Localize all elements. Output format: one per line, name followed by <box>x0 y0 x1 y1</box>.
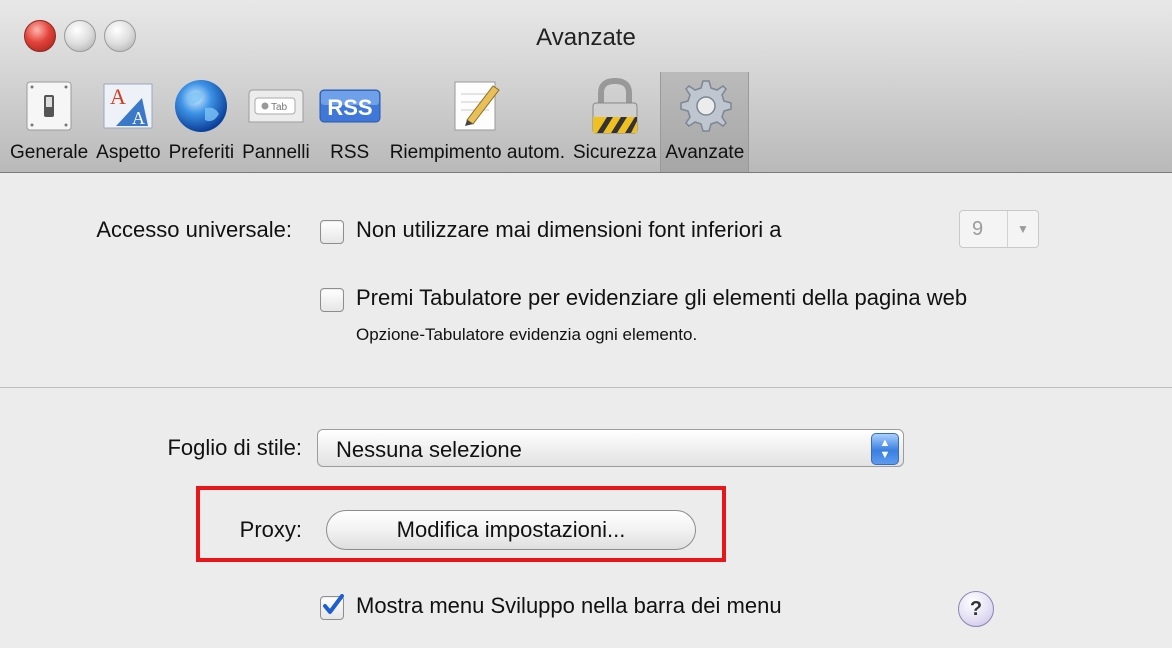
title-toolbar: Avanzate Generale A A Aspetto Preferiti … <box>0 0 1172 173</box>
svg-text:Tab: Tab <box>271 102 288 113</box>
globe-icon <box>169 76 233 136</box>
tab-icon: Tab <box>244 76 308 136</box>
min-font-size-select[interactable]: 9 ▼ <box>959 210 1039 248</box>
tab-rss[interactable]: RSS RSS <box>314 72 386 172</box>
gear-icon <box>673 76 737 136</box>
pencil-icon <box>445 76 509 136</box>
window-title: Avanzate <box>536 24 636 51</box>
rss-icon: RSS <box>318 76 382 136</box>
tab-generale[interactable]: Generale <box>6 72 92 172</box>
stylesheet-popup[interactable]: Nessuna selezione ▲ ▼ <box>317 429 904 467</box>
min-font-size-value: 9 <box>972 218 984 240</box>
lock-icon <box>583 76 647 136</box>
help-button[interactable]: ? <box>958 591 994 627</box>
tab-riempimento[interactable]: Riempimento autom. <box>386 72 569 172</box>
tab-sicurezza[interactable]: Sicurezza <box>569 72 660 172</box>
checkmark-icon <box>323 594 344 614</box>
svg-text:A: A <box>110 84 126 109</box>
tab-avanzate[interactable]: Avanzate <box>660 72 750 172</box>
tab-preferiti[interactable]: Preferiti <box>165 72 238 172</box>
chevron-down-icon: ▼ <box>1007 211 1038 247</box>
tab-highlight-checkbox[interactable] <box>320 288 344 312</box>
font-icon: A A <box>96 76 160 136</box>
min-font-label: Non utilizzare mai dimensioni font infer… <box>356 217 782 242</box>
section-divider <box>0 387 1172 388</box>
accessibility-label: Accesso universale: <box>96 217 292 242</box>
svg-text:A: A <box>132 108 145 128</box>
tab-highlight-label: Premi Tabulatore per evidenziare gli ele… <box>356 285 968 310</box>
advanced-pane: Accesso universale: Non utilizzare mai d… <box>0 173 1172 648</box>
proxy-highlight-box <box>196 486 726 562</box>
stylesheet-value: Nessuna selezione <box>336 437 522 462</box>
preferences-toolbar: Generale A A Aspetto Preferiti Tab Panne… <box>6 72 750 172</box>
min-font-checkbox[interactable] <box>320 220 344 244</box>
tab-pannelli[interactable]: Tab Pannelli <box>238 72 314 172</box>
switch-icon <box>17 76 81 136</box>
svg-text:RSS: RSS <box>327 95 372 120</box>
stylesheet-label: Foglio di stile: <box>167 435 302 460</box>
preferences-window: Avanzate Generale A A Aspetto Preferiti … <box>0 0 1172 648</box>
develop-menu-label: Mostra menu Sviluppo nella barra dei men… <box>356 593 782 618</box>
tab-aspetto[interactable]: A A Aspetto <box>92 72 164 172</box>
develop-menu-checkbox[interactable] <box>320 594 344 620</box>
tab-highlight-note: Opzione-Tabulatore evidenzia ogni elemen… <box>356 325 698 344</box>
updown-arrows-icon: ▲ ▼ <box>871 433 899 465</box>
